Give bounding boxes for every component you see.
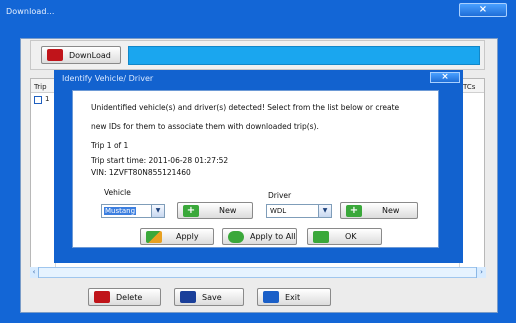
- download-progress-bar: [128, 46, 480, 65]
- ok-button[interactable]: OK: [307, 228, 382, 245]
- trip-row-number: 1: [45, 95, 50, 103]
- driver-label: Driver: [268, 191, 292, 200]
- column-header-tcs: TCs: [463, 83, 476, 91]
- chevron-down-icon[interactable]: ▼: [318, 205, 331, 217]
- vehicle-select[interactable]: Mustang ▼: [101, 204, 165, 218]
- apply-to-all-button[interactable]: Apply to All: [222, 228, 297, 245]
- driver-select-value: WDL: [270, 207, 287, 215]
- download-icon: [47, 49, 63, 61]
- vin-text: VIN: 1ZVFT80N855121460: [91, 168, 191, 177]
- exit-icon: [263, 291, 279, 303]
- apply-button-label: Apply: [176, 232, 199, 241]
- vehicle-label: Vehicle: [104, 188, 131, 197]
- save-icon: [180, 291, 196, 303]
- delete-button[interactable]: Delete: [88, 288, 161, 306]
- apply-all-icon: [228, 230, 244, 243]
- scroll-left-icon[interactable]: ‹: [30, 267, 39, 278]
- dialog-close-button[interactable]: ×: [430, 72, 460, 83]
- trip-row-checkbox[interactable]: [34, 96, 42, 104]
- window-close-button[interactable]: ×: [459, 3, 507, 17]
- chevron-down-icon[interactable]: ▼: [151, 205, 164, 217]
- checkmark-icon: [313, 230, 329, 243]
- new-driver-button[interactable]: + New: [340, 202, 418, 219]
- trip-start-time: Trip start time: 2011-06-28 01:27:52: [91, 156, 229, 165]
- trip-counter: Trip 1 of 1: [91, 141, 129, 150]
- new-vehicle-label: New: [219, 206, 237, 215]
- dialog-title: Identify Vehicle/ Driver: [62, 74, 154, 83]
- plus-icon: +: [183, 204, 199, 217]
- download-button[interactable]: DownLoad: [41, 46, 121, 64]
- save-button-label: Save: [202, 292, 222, 302]
- apply-to-all-label: Apply to All: [250, 232, 296, 241]
- apply-button[interactable]: Apply: [140, 228, 214, 245]
- download-button-label: DownLoad: [69, 50, 111, 60]
- window-title: Download...: [6, 7, 55, 16]
- ok-button-label: OK: [345, 232, 357, 241]
- driver-select[interactable]: WDL ▼: [266, 204, 332, 218]
- exit-button-label: Exit: [285, 292, 301, 302]
- apply-icon: [146, 230, 162, 243]
- dialog-message-line1: Unidentified vehicle(s) and driver(s) de…: [91, 103, 400, 112]
- vehicle-select-value: Mustang: [104, 207, 137, 215]
- new-driver-label: New: [382, 206, 400, 215]
- dialog-message-line2: new IDs for them to associate them with …: [91, 122, 319, 131]
- new-vehicle-button[interactable]: + New: [177, 202, 253, 219]
- delete-icon: [94, 291, 110, 303]
- scroll-right-icon[interactable]: ›: [476, 267, 486, 278]
- plus-icon: +: [346, 204, 362, 217]
- save-button[interactable]: Save: [174, 288, 244, 306]
- column-header-trip: Trip: [34, 83, 47, 91]
- exit-button[interactable]: Exit: [257, 288, 331, 306]
- delete-button-label: Delete: [116, 292, 143, 302]
- horizontal-scrollbar[interactable]: [30, 267, 486, 278]
